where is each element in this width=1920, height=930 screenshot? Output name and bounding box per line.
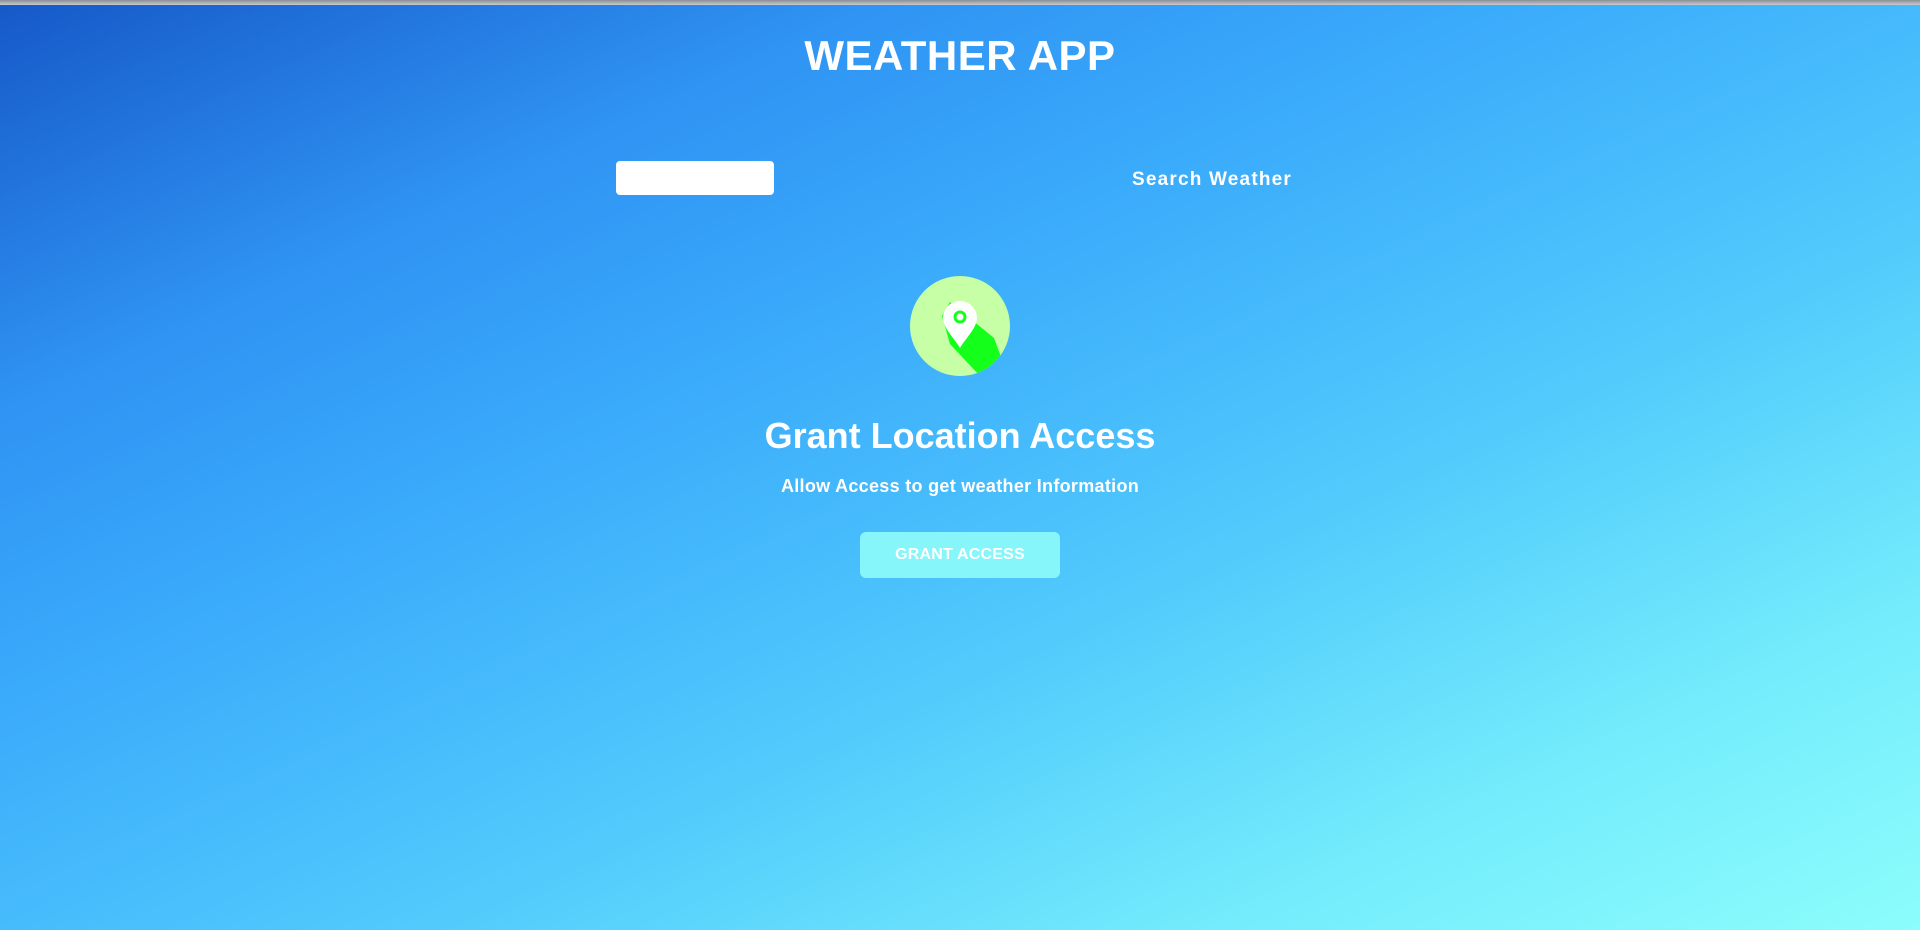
weather-app: WEATHER APP Search Weather Grant Locatio… [0,5,1920,930]
location-pin-icon [910,276,1010,376]
tab-search-weather[interactable]: Search Weather [1110,165,1314,195]
search-input[interactable] [616,161,774,195]
app-title: WEATHER APP [804,32,1116,79]
grant-location-title: Grant Location Access [764,415,1156,456]
grant-location-subtitle: Allow Access to get weather Information [780,476,1140,496]
grant-access-button[interactable]: GRANT ACCESS [860,532,1060,578]
